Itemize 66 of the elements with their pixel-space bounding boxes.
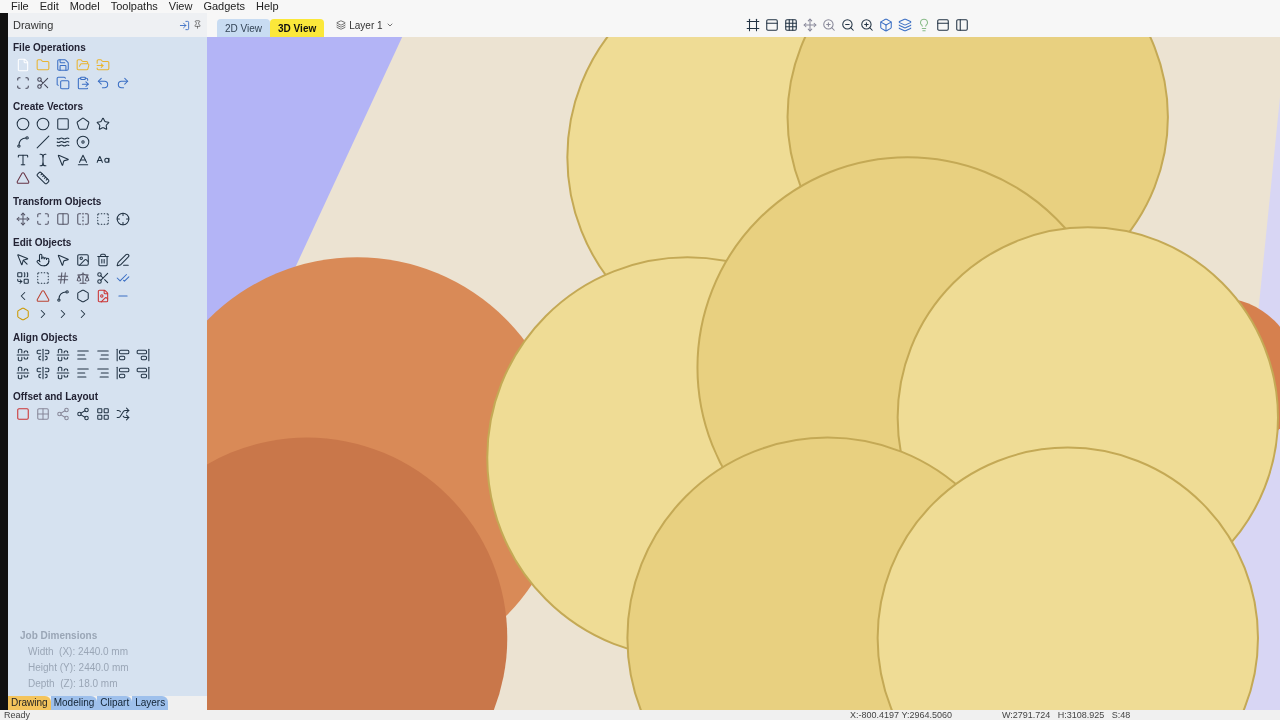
section-heading: Create Vectors [13,100,85,114]
scissors-icon[interactable] [95,270,111,286]
panel-tab[interactable]: Modeling [50,696,98,710]
copy-icon[interactable] [55,75,71,91]
curve-icon[interactable] [15,134,31,150]
menu-item[interactable]: Model [69,1,100,12]
menu-item[interactable]: File [11,1,29,12]
split-left-icon[interactable] [954,17,970,33]
bounding-box-icon[interactable] [95,211,111,227]
center-icon[interactable] [115,211,131,227]
rectangle-icon[interactable] [55,116,71,132]
layers-icon [336,20,347,30]
section-heading: Transform Objects [13,195,103,209]
panel-tab[interactable]: Drawing [8,696,51,710]
section-heading: Edit Objects [13,236,73,250]
selection-size: W:2791.724 H:3108.925 S:48 [1001,710,1131,720]
split-top-icon[interactable] [935,17,951,33]
undo-icon[interactable] [95,75,111,91]
layers-icon[interactable] [897,17,913,33]
section-heading: Offset and Layout [13,390,99,404]
menu-item[interactable]: Gadgets [203,1,245,12]
dimension-text: Depth (Z): 18.0 mm [27,677,119,691]
align-top-icon[interactable] [115,347,131,363]
nodes-icon[interactable] [75,406,91,422]
save-icon[interactable] [55,57,71,73]
image-edit-icon[interactable] [95,288,111,304]
view-tab[interactable]: 3D View [270,19,325,37]
menu-item[interactable]: Help [256,1,279,12]
panel-tab[interactable]: Layers [132,696,169,710]
star-icon[interactable] [95,116,111,132]
status-message: Ready [4,710,30,720]
pointer-icon[interactable] [15,252,31,268]
dock-icon [179,19,190,31]
menu-item[interactable]: Toolpaths [110,1,158,12]
paste-icon[interactable] [75,75,91,91]
dimension-icon[interactable] [35,170,51,186]
text-icon[interactable] [15,152,31,168]
polygon-icon[interactable] [75,116,91,132]
menu-item[interactable]: View [168,1,193,12]
zoom-out-icon[interactable] [840,17,856,33]
section-heading: Align Objects [13,331,79,345]
cursor-coordinates: X:-800.4197 Y:2964.5060 [850,710,952,720]
grid-icon[interactable] [783,17,799,33]
align-bottom-icon[interactable] [135,347,151,363]
view-tab[interactable]: 2D View [217,19,271,37]
scissors-icon[interactable] [35,75,51,91]
delete-icon[interactable] [95,252,111,268]
menu-item[interactable]: Edit [39,1,59,12]
redo-icon[interactable] [115,75,131,91]
smooth-curve-icon[interactable] [55,288,71,304]
caret-icon [385,21,394,29]
pin-icon [193,19,202,29]
grid-icon[interactable] [55,270,71,286]
move-icon[interactable] [15,211,31,227]
frame-icon[interactable] [15,75,31,91]
circle-icon[interactable] [15,116,31,132]
job-dimensions-heading: Job Dimensions [20,629,99,643]
align-center-icon[interactable] [15,347,31,363]
layer-dropdown[interactable]: Layer 1 [336,17,394,33]
panel-tab[interactable]: Clipart [97,696,133,710]
dimension-text: Height (Y): 2440.0 mm [27,661,130,675]
image-icon[interactable] [75,252,91,268]
pen-icon[interactable] [115,252,131,268]
section-heading: File Operations [13,41,87,55]
align-middle-icon[interactable] [35,347,51,363]
panel-title: Drawing [13,17,54,33]
